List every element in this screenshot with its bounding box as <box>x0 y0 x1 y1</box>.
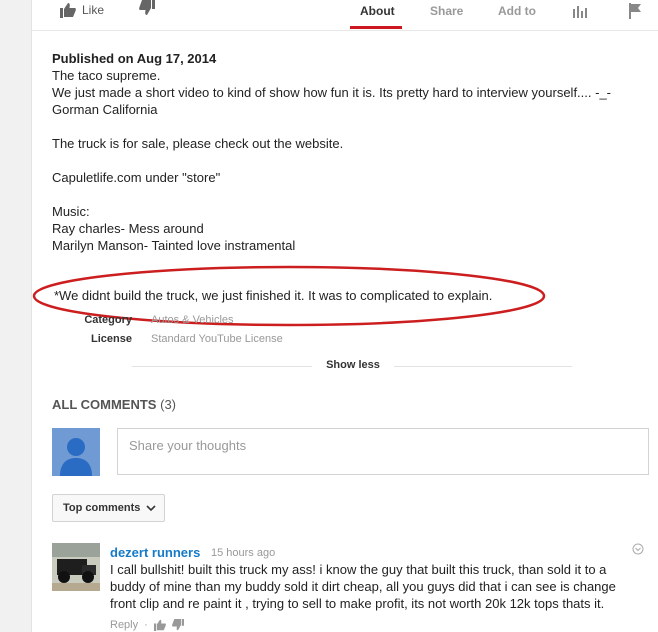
chevron-down-icon <box>146 505 156 512</box>
category-value[interactable]: Autos & Vehicles <box>151 314 234 326</box>
description-line: Ray charles- Mess around <box>52 221 204 236</box>
license-label: License <box>91 333 132 345</box>
video-description: Published on Aug 17, 2014 The taco supre… <box>52 50 642 254</box>
divider <box>394 366 572 367</box>
thumbs-down-icon[interactable] <box>171 619 184 631</box>
comments-title: ALL COMMENTS <box>52 397 157 412</box>
comments-heading: ALL COMMENTS (3) <box>52 397 176 412</box>
show-less-button[interactable]: Show less <box>312 359 394 371</box>
description-line: We just made a short video to kind of sh… <box>52 85 612 100</box>
thumbs-down-icon <box>139 0 155 15</box>
separator: · <box>144 619 148 631</box>
thumbs-up-icon <box>60 3 76 18</box>
category-label: Category <box>84 314 132 326</box>
video-details-card: Like About Share Add to Published on Aug… <box>31 0 658 632</box>
tab-share[interactable]: Share <box>430 4 463 18</box>
description-line: The truck is for sale, please check out … <box>52 136 344 151</box>
comments-count: (3) <box>160 397 176 412</box>
action-bar: Like About Share Add to <box>32 0 658 31</box>
comment-actions: Reply · <box>110 619 184 631</box>
comment-time[interactable]: 15 hours ago <box>211 547 275 559</box>
published-date: Published on Aug 17, 2014 <box>52 51 217 66</box>
user-silhouette-icon <box>60 438 92 476</box>
share-thoughts-input[interactable] <box>127 437 631 454</box>
avatar <box>52 428 100 476</box>
stats-icon[interactable] <box>572 3 588 19</box>
reply-button[interactable]: Reply <box>110 619 138 631</box>
description-line: Capuletlife.com under "store" <box>52 170 221 185</box>
description-line: The taco supreme. <box>52 68 161 83</box>
description-line: Music: <box>52 204 90 219</box>
tab-add-to[interactable]: Add to <box>498 4 536 18</box>
menu-circle-icon[interactable] <box>632 543 644 555</box>
sort-comments-dropdown[interactable]: Top comments <box>52 494 165 522</box>
comment-author[interactable]: dezert runners <box>110 545 200 560</box>
like-label: Like <box>82 3 105 17</box>
dislike-button[interactable] <box>139 0 155 21</box>
active-tab-indicator <box>350 26 402 29</box>
truck-photo-icon <box>52 543 100 591</box>
divider <box>132 366 312 367</box>
comment-text: I call bullshit! built this truck my ass… <box>110 562 616 611</box>
description-note: *We didnt build the truck, we just finis… <box>54 288 493 303</box>
description-line: Marilyn Manson- Tainted love instramenta… <box>52 238 296 253</box>
license-value: Standard YouTube License <box>151 333 283 345</box>
tab-about[interactable]: About <box>360 4 395 18</box>
description-line: Gorman California <box>52 102 158 117</box>
commenter-avatar[interactable] <box>52 543 100 591</box>
like-button[interactable]: Like <box>60 0 104 20</box>
thumbs-up-icon[interactable] <box>153 619 166 631</box>
sort-label: Top comments <box>63 502 141 514</box>
metadata: Category Autos & Vehicles License Standa… <box>32 314 432 354</box>
comment-input-box[interactable] <box>117 428 649 475</box>
flag-icon[interactable] <box>628 3 642 19</box>
